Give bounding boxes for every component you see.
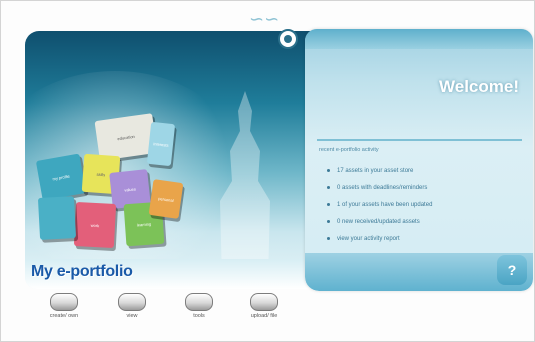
activity-item[interactable]: 0 new received/updated assets — [327, 214, 432, 231]
create-own-button[interactable]: create/ own — [41, 293, 87, 319]
activity-item[interactable]: 0 assets with deadlines/reminders — [327, 180, 432, 197]
puzzle-piece-label: personal — [157, 196, 174, 204]
upload-icon — [250, 293, 278, 311]
puzzle-piece-label: my profile — [52, 173, 71, 182]
tools-icon — [185, 293, 213, 311]
puzzle-piece-interests[interactable]: interests — [146, 121, 176, 167]
puzzle-piece-label: work — [90, 222, 100, 229]
puzzle-piece-base — [37, 196, 77, 240]
puzzle-piece-personal[interactable]: personal — [148, 179, 184, 219]
tool-label: view — [126, 313, 138, 319]
view-icon — [118, 293, 146, 311]
activity-item-label: 0 assets with deadlines/reminders — [337, 185, 428, 191]
activity-item-label: view your activity report — [337, 236, 400, 242]
activity-item-label: 17 assets in your asset store — [337, 168, 414, 174]
bullet-icon — [327, 236, 330, 240]
panel-divider — [317, 139, 522, 141]
activity-item[interactable]: view your activity report — [327, 231, 432, 248]
puzzle-piece-label: interests — [153, 141, 169, 148]
upload-file-button[interactable]: upload/ file — [241, 293, 287, 319]
puzzle-piece-label: values — [124, 186, 137, 193]
activity-item-label: 0 new received/updated assets — [337, 219, 420, 225]
activity-item-label: 1 of your assets have been updated — [337, 202, 433, 208]
create-icon — [50, 293, 78, 311]
tool-label: upload/ file — [250, 313, 278, 319]
puzzle-piece-my-profile[interactable]: my profile — [35, 153, 87, 201]
hero-banner: education interests my profile skills va… — [25, 31, 325, 289]
tool-label: tools — [193, 313, 205, 319]
bullet-icon — [327, 185, 330, 189]
activity-item[interactable]: 1 of your assets have been updated — [327, 197, 432, 214]
view-button[interactable]: view — [109, 293, 155, 319]
puzzle-piece-work[interactable]: work — [73, 201, 117, 249]
page-title: My e-portfolio — [31, 263, 133, 280]
bullet-icon — [327, 219, 330, 223]
panel-top-bar — [305, 29, 533, 49]
puzzle-piece-label: education — [117, 133, 136, 142]
bullet-icon — [327, 168, 330, 172]
help-button[interactable]: ? — [497, 255, 527, 285]
tool-label: create/ own — [49, 313, 79, 319]
puzzle-piece-label: learning — [136, 221, 152, 228]
activity-list: 17 assets in your asset store 0 assets w… — [327, 163, 432, 248]
activity-heading: recent e-portfolio activity — [319, 147, 379, 153]
temple-tower-illustration — [220, 91, 270, 281]
decorative-swirl-icon: ∽∽ — [249, 9, 280, 29]
tools-button[interactable]: tools — [176, 293, 222, 319]
welcome-heading: Welcome! — [439, 77, 519, 96]
bullet-icon — [327, 202, 330, 206]
panel-knob-icon — [278, 29, 298, 49]
activity-item[interactable]: 17 assets in your asset store — [327, 163, 432, 180]
welcome-panel: Welcome! recent e-portfolio activity 17 … — [305, 29, 533, 291]
app-window: ∽∽ education interests my profile skills… — [0, 0, 535, 342]
